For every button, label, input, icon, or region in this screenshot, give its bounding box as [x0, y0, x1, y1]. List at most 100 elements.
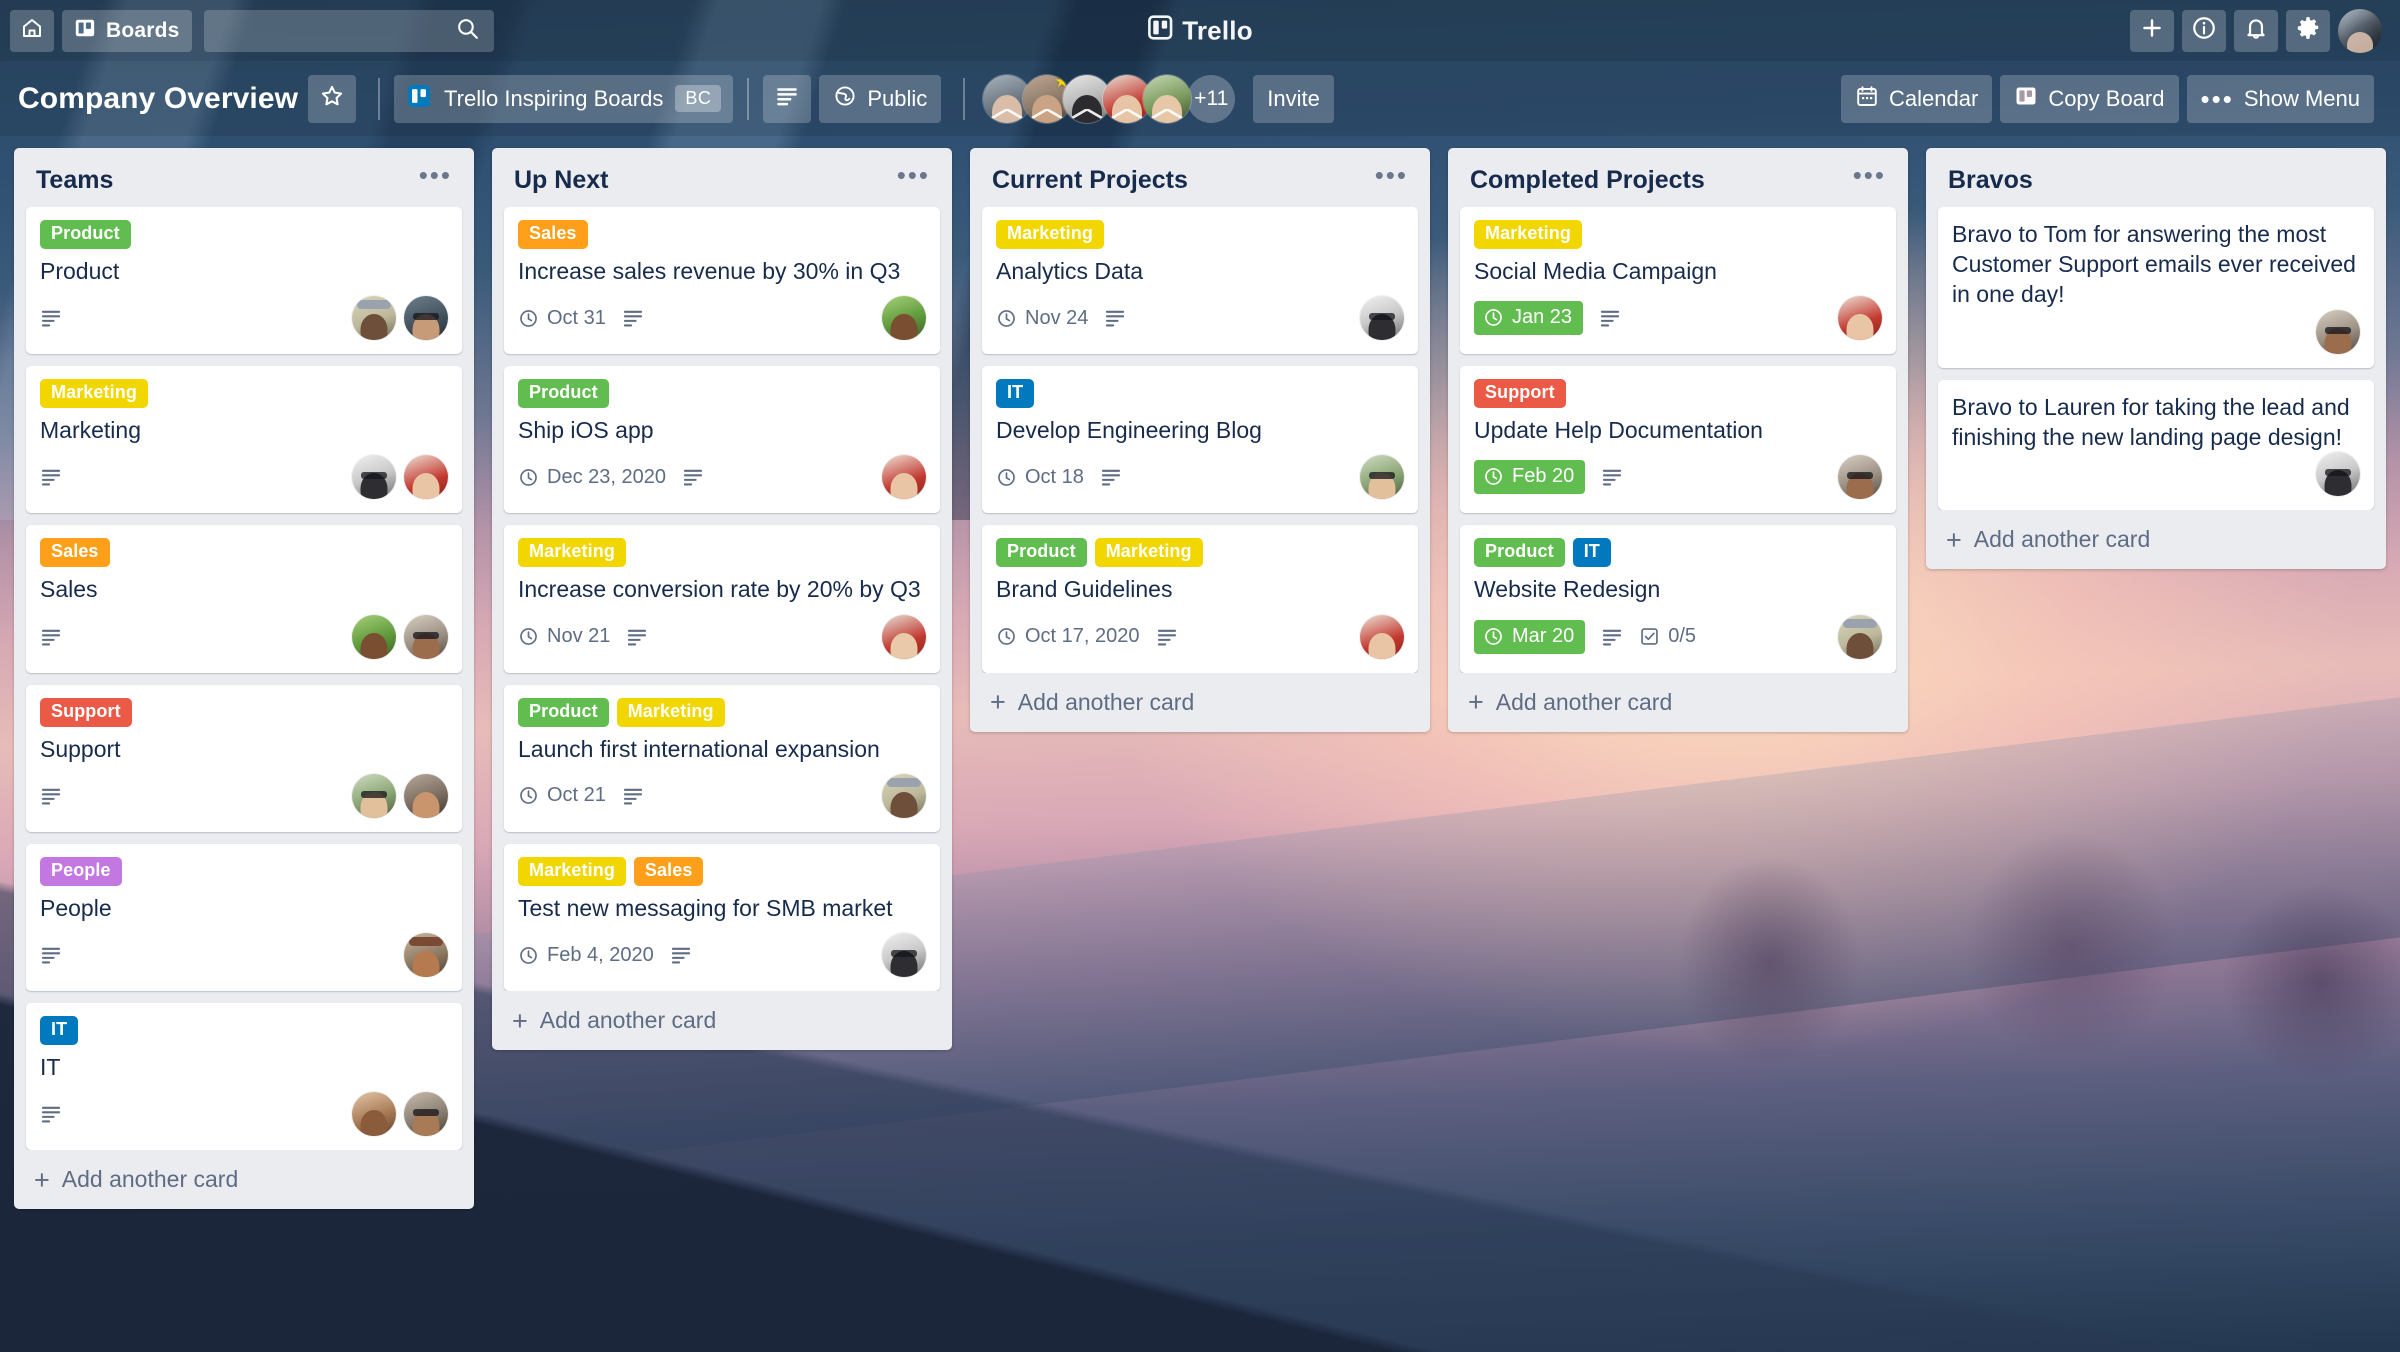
card[interactable]: Marketing Increase conversion rate by 20%…: [504, 525, 940, 673]
settings-button[interactable]: [2286, 9, 2330, 52]
avatar[interactable]: [352, 296, 396, 341]
add-card-button[interactable]: + Add another card: [14, 1150, 474, 1203]
label-badge[interactable]: IT: [40, 1016, 79, 1045]
label-badge[interactable]: Support: [40, 697, 132, 727]
avatar[interactable]: [404, 296, 448, 341]
avatar[interactable]: [404, 1092, 448, 1137]
due-date-badge[interactable]: Nov 24: [996, 307, 1088, 330]
due-date-badge[interactable]: Oct 17, 2020: [996, 625, 1140, 648]
card[interactable]: Product Marketing Brand Guidelines Oct 17, …: [982, 525, 1418, 673]
label-badge[interactable]: IT: [1572, 538, 1611, 568]
card[interactable]: Marketing Sales Test new messaging for SMB…: [504, 843, 940, 992]
calendar-button[interactable]: Calendar: [1841, 74, 1993, 123]
star-button[interactable]: [308, 74, 357, 123]
list-title[interactable]: Completed Projects: [1470, 166, 1705, 195]
label-badge[interactable]: Marketing: [616, 697, 725, 727]
list-title[interactable]: Bravos: [1948, 166, 2033, 195]
avatar[interactable]: [352, 773, 396, 818]
label-badge[interactable]: Sales: [518, 220, 588, 249]
label-badge[interactable]: Marketing: [40, 379, 148, 409]
list-title[interactable]: Teams: [36, 166, 113, 195]
avatar[interactable]: [352, 1092, 396, 1137]
due-date-badge[interactable]: Oct 21: [518, 784, 606, 807]
avatar[interactable]: [1360, 455, 1404, 500]
label-badge[interactable]: Product: [996, 538, 1087, 568]
board-view-button[interactable]: [763, 74, 812, 123]
list-menu-button[interactable]: •••: [1849, 162, 1890, 192]
avatar[interactable]: [882, 296, 926, 341]
list-title[interactable]: Up Next: [514, 166, 608, 195]
add-card-button[interactable]: + Add another card: [1926, 510, 2386, 563]
card[interactable]: Support Update Help Documentation Feb 20: [1460, 366, 1896, 514]
avatar[interactable]: [404, 614, 448, 659]
card[interactable]: Sales Increase sales revenue by 30% in Q3…: [504, 207, 940, 355]
member-overflow-count[interactable]: +11: [1187, 74, 1236, 123]
home-button[interactable]: [10, 9, 54, 52]
due-date-badge[interactable]: Oct 31: [518, 307, 606, 330]
avatar[interactable]: [2316, 452, 2360, 497]
add-card-button[interactable]: + Add another card: [970, 673, 1430, 726]
label-badge[interactable]: Marketing: [518, 538, 626, 568]
label-badge[interactable]: Product: [1474, 538, 1565, 568]
avatar[interactable]: [1360, 296, 1404, 341]
card[interactable]: People People: [26, 843, 462, 992]
label-badge[interactable]: Product: [518, 379, 609, 409]
search-input[interactable]: [203, 9, 494, 52]
avatar[interactable]: [882, 773, 926, 818]
add-card-button[interactable]: + Add another card: [1448, 673, 1908, 726]
due-date-badge[interactable]: Feb 4, 2020: [518, 944, 654, 967]
avatar[interactable]: [882, 933, 926, 978]
avatar[interactable]: [2316, 309, 2360, 354]
card[interactable]: Bravo to Lauren for taking the lead and …: [1938, 379, 2374, 511]
label-badge[interactable]: Marketing: [996, 220, 1104, 249]
due-date-badge[interactable]: Nov 21: [518, 625, 610, 648]
label-badge[interactable]: Marketing: [1094, 538, 1203, 568]
card[interactable]: IT Develop Engineering Blog Oct 18: [982, 366, 1418, 514]
copy-board-button[interactable]: Copy Board: [2000, 74, 2179, 123]
info-button[interactable]: [2182, 9, 2226, 52]
card[interactable]: Product IT Website Redesign Mar 20 0/5: [1460, 525, 1896, 673]
notifications-button[interactable]: [2234, 9, 2278, 52]
due-date-badge[interactable]: Dec 23, 2020: [518, 466, 666, 489]
invite-button[interactable]: Invite: [1253, 74, 1334, 123]
add-card-button[interactable]: + Add another card: [492, 991, 952, 1044]
card[interactable]: Product Product: [26, 207, 462, 355]
avatar[interactable]: [1838, 296, 1882, 341]
avatar[interactable]: [404, 455, 448, 500]
due-date-badge[interactable]: Jan 23: [1474, 301, 1584, 336]
list-title[interactable]: Current Projects: [992, 166, 1188, 195]
card[interactable]: Support Support: [26, 684, 462, 832]
card[interactable]: IT IT: [26, 1003, 462, 1151]
show-menu-button[interactable]: ••• Show Menu: [2186, 74, 2374, 123]
card[interactable]: Marketing Marketing: [26, 366, 462, 514]
label-badge[interactable]: Support: [1474, 379, 1566, 409]
label-badge[interactable]: IT: [996, 379, 1035, 409]
label-badge[interactable]: Marketing: [1474, 220, 1582, 249]
avatar[interactable]: [1143, 74, 1192, 123]
avatar[interactable]: [1838, 614, 1882, 659]
avatar[interactable]: [1360, 614, 1404, 659]
label-badge[interactable]: Sales: [633, 856, 704, 886]
avatar[interactable]: [404, 933, 448, 978]
team-button[interactable]: Trello Inspiring Boards BC: [394, 74, 734, 123]
visibility-button[interactable]: Public: [819, 74, 942, 123]
label-badge[interactable]: Product: [518, 697, 609, 727]
card[interactable]: Product Marketing Launch first internation…: [504, 684, 940, 832]
add-button[interactable]: [2130, 9, 2174, 52]
avatar[interactable]: [404, 773, 448, 818]
list-menu-button[interactable]: •••: [893, 162, 934, 192]
label-badge[interactable]: Product: [40, 220, 131, 249]
card[interactable]: Bravo to Tom for answering the most Cust…: [1938, 207, 2374, 368]
card[interactable]: Marketing Social Media Campaign Jan 23: [1460, 207, 1896, 355]
label-badge[interactable]: People: [40, 856, 122, 886]
card[interactable]: Sales Sales: [26, 525, 462, 673]
avatar[interactable]: [882, 614, 926, 659]
card[interactable]: Marketing Analytics Data Nov 24: [982, 207, 1418, 355]
label-badge[interactable]: Marketing: [518, 856, 626, 886]
avatar[interactable]: [352, 455, 396, 500]
due-date-badge[interactable]: Mar 20: [1474, 619, 1586, 654]
due-date-badge[interactable]: Feb 20: [1474, 460, 1586, 495]
boards-button[interactable]: Boards: [62, 9, 192, 52]
list-menu-button[interactable]: •••: [415, 162, 456, 192]
due-date-badge[interactable]: Oct 18: [996, 466, 1084, 489]
